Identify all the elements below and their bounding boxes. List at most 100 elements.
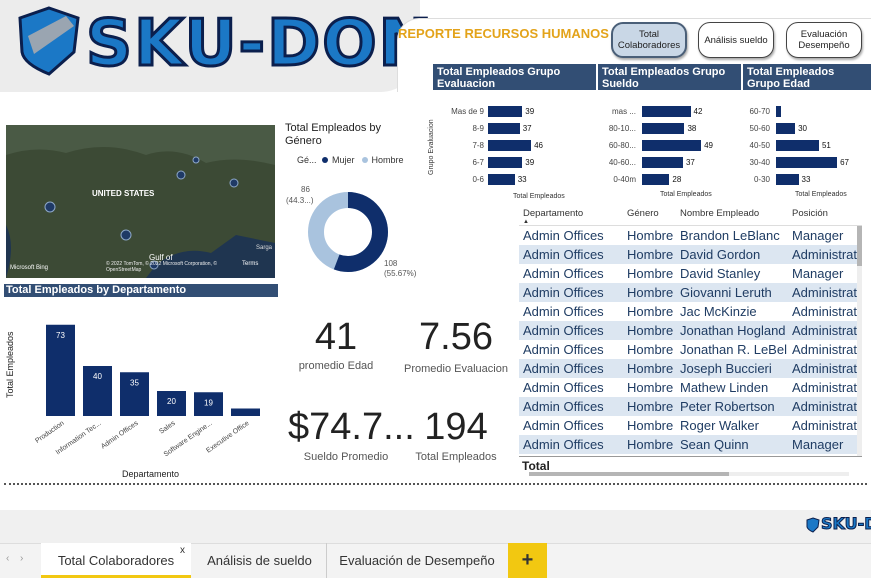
evaluacion-bar[interactable]: 37 [488,123,535,134]
edad-bar[interactable]: 33 [776,174,814,185]
sueldo-bar[interactable]: 37 [642,157,698,168]
table-row[interactable]: Admin Offices Hombre Brandon LeBlanc Manage… [519,226,859,245]
table-horizontal-scrollbar[interactable] [529,472,849,476]
nav-analisis-sueldo-button[interactable]: Análisis sueldo [698,22,774,58]
table-cell: Admin Offices [523,323,604,338]
table-row[interactable]: Admin Offices Hombre Jac McKinzie Administr… [519,302,862,321]
edad-bar-label: 30-40 [749,158,770,167]
sueldo-bar-value: 38 [684,123,700,134]
table-row[interactable]: Admin Offices Hombre Peter Robertson Admini… [519,397,862,416]
table-cell: Hombre [627,418,674,433]
footer-logo-text: SKU-DON [821,514,871,533]
edad-bar[interactable]: 67 [776,157,852,168]
table-cell: Administrative [792,361,862,376]
table-row[interactable]: Admin Offices Hombre Jonathan Hogland Admin… [519,321,862,340]
column-genero-header[interactable]: Género [627,208,659,219]
table-row[interactable]: Admin Offices Hombre Mathew Linden Administ… [519,378,862,397]
grupo-evaluacion-axis-title: Grupo Evaluacion [428,119,435,175]
table-cell: Administrative [792,342,862,357]
edad-bar[interactable]: 30 [776,123,811,134]
sort-ascending-icon: ▲ [523,219,529,225]
table-scrollbar-thumb[interactable] [857,226,862,266]
table-row[interactable]: Admin Offices Hombre Roger Walker Administr… [519,416,862,435]
table-cell: Admin Offices [523,380,604,395]
sueldo-bar[interactable]: 38 [642,123,700,134]
table-cell: Administrative [792,247,862,262]
department-tick-label: Production [34,420,66,445]
department-tick-label: Admin Offices [100,420,140,451]
sueldo-bar[interactable]: 28 [642,174,685,185]
column-nombre-header[interactable]: Nombre Empleado [680,208,759,219]
table-hscroll-thumb[interactable] [529,472,729,476]
gender-legend-title: Gé... [297,155,317,165]
column-posicion-header[interactable]: Posición [792,208,828,219]
table-row[interactable]: Admin Offices Hombre Sean Quinn Manager [519,435,859,454]
map-terms-link[interactable]: Terms [242,261,258,267]
department-bar-value: 20 [167,397,176,406]
sueldo-bar-value: 37 [682,157,698,168]
tab-close-icon[interactable]: x [180,545,185,556]
table-cell: Hombre [627,247,674,262]
sueldo-bar[interactable]: 49 [642,140,716,151]
table-cell: David Stanley [680,266,761,281]
evaluacion-bar[interactable]: 46 [488,140,546,151]
departamento-bar-chart[interactable]: 73Production40Information Tec...35Admin … [4,298,278,480]
grupo-sueldo-x-title: Total Empleados [660,191,712,198]
evaluacion-bar-value: 33 [514,174,530,185]
map-sargasso-label: Sarga [256,245,273,251]
table-row[interactable]: Admin Offices Hombre Giovanni Leruth Admini… [519,283,862,302]
table-cell: Hombre [627,285,674,300]
employees-map[interactable]: UNITED STATES Gulf of Sarga Microsoft Bi… [6,125,275,278]
evaluacion-bar[interactable]: 39 [488,157,538,168]
department-tick-label: Sales [158,420,177,436]
edad-bar-label: 40-50 [749,141,770,150]
evaluacion-bar-value: 39 [522,106,538,117]
evaluacion-bar[interactable]: 33 [488,174,530,185]
table-cell: Administrative [792,304,862,319]
table-row[interactable]: Admin Offices Hombre David Gordon Administr… [519,245,862,264]
column-departamento-header[interactable]: Departamento [523,208,583,219]
edad-bar[interactable]: 51 [776,140,834,151]
departamento-ylabel: Total Empleados [5,331,15,398]
table-cell: Hombre [627,380,674,395]
nav-evaluacion-desempeno-button[interactable]: Evaluación Desempeño [786,22,862,58]
department-bar-value: 40 [93,372,102,381]
table-cell: Admin Offices [523,266,604,281]
table-cell: Hombre [627,437,674,452]
add-page-button[interactable]: + [508,543,547,578]
employees-table[interactable]: Departamento Género Nombre Empleado Posi… [519,206,862,476]
sueldo-bar[interactable]: 42 [642,106,706,117]
department-bar[interactable] [231,408,260,417]
table-cell: Administrative [792,418,862,433]
evaluacion-bar-label: 8-9 [472,124,484,133]
table-cell: Admin Offices [523,437,604,452]
departamento-chart-title: Total Empleados by Departamento [4,284,278,297]
table-row[interactable]: Admin Offices Hombre Joseph Buccieri Admini… [519,359,862,378]
sueldo-bar-label: 0-40m [613,175,636,184]
table-cell: Peter Robertson [680,399,775,414]
tab-total-colaboradores[interactable]: Total Colaboradores [41,543,191,578]
evaluacion-bar[interactable]: 39 [488,106,538,117]
table-cell: Admin Offices [523,399,604,414]
sueldo-bar-label: 60-80... [608,141,636,150]
donut-mujer-pct: (55.67%) [384,269,417,278]
tab-evaluacion-desempeno[interactable]: Evaluación de Desempeño [327,543,507,578]
tab-analisis-sueldo[interactable]: Análisis de sueldo [193,543,327,578]
table-row[interactable]: Admin Offices Hombre Jonathan R. LeBel Admi… [519,340,862,359]
nav-total-colaboradores-button[interactable]: Total Colaboradores [611,22,687,58]
sueldo-bar-label: mas ... [611,107,636,116]
evaluacion-bar-label: Mas de 9 [451,107,484,116]
edad-bar[interactable] [776,106,781,117]
table-cell: Administrative [792,399,862,414]
edad-bar-value: 67 [837,157,852,168]
evaluacion-bar-value: 46 [531,140,546,151]
edad-bar-label: 0-30 [753,175,770,184]
tab-prev-icon[interactable]: ‹ [6,553,9,564]
table-vertical-scrollbar[interactable] [857,226,862,456]
kpi-total-empleados-label: Total Empleados [415,451,497,463]
donut-hombre-pct: (44.3...) [286,196,314,205]
tab-next-icon[interactable]: › [20,553,23,564]
table-cell: Manager [792,266,844,281]
table-row[interactable]: Admin Offices Hombre David Stanley Manager [519,264,859,283]
grupo-evaluacion-x-title: Total Empleados [513,193,565,200]
